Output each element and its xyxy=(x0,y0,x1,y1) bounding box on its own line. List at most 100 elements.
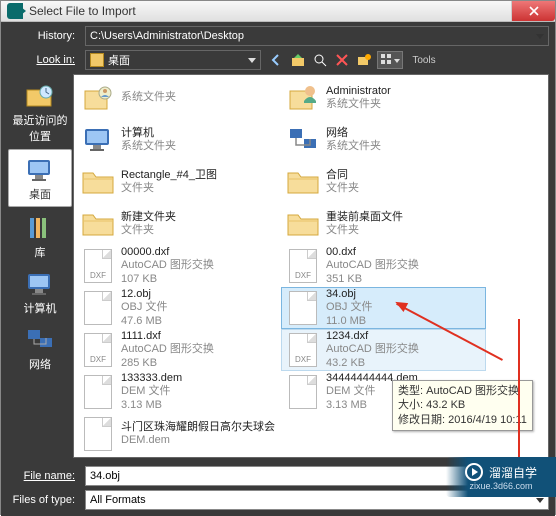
file-name: 133333.dem xyxy=(121,372,182,385)
folder-icon xyxy=(81,207,115,241)
blank-icon xyxy=(81,375,115,409)
sidebar-item-lib[interactable]: 库 xyxy=(7,208,73,264)
file-tile[interactable]: 133333.demDEM 文件3.13 MB xyxy=(76,371,281,413)
folder-icon xyxy=(81,165,115,199)
file-tile[interactable]: 新建文件夹文件夹 xyxy=(76,203,281,245)
file-size: 3.13 MB xyxy=(121,399,182,412)
computer-icon xyxy=(24,268,56,300)
file-name: 网络 xyxy=(326,127,381,140)
file-name: 重装前桌面文件 xyxy=(326,211,403,224)
network-icon xyxy=(286,123,320,157)
file-size: 43.2 KB xyxy=(326,357,419,370)
file-name: 合同 xyxy=(326,169,359,182)
tooltip: 类型: AutoCAD 图形交换 大小: 43.2 KB 修改日期: 2016/… xyxy=(392,380,533,431)
sidebar-item-label: 网络 xyxy=(29,356,51,372)
new-folder-icon[interactable] xyxy=(355,51,373,69)
sidebar-item-label: 桌面 xyxy=(29,186,51,202)
app-icon xyxy=(7,3,23,19)
file-tile[interactable]: DXF00.dxfAutoCAD 图形交换351 KB xyxy=(281,245,486,287)
recent-icon xyxy=(24,80,56,112)
folder-icon xyxy=(286,165,320,199)
delete-icon[interactable] xyxy=(333,51,351,69)
computer-icon xyxy=(81,123,115,157)
sidebar-item-recent[interactable]: 最近访问的位置 xyxy=(7,76,73,148)
file-name: 斗门区珠海耀朗假日高尔夫球会 xyxy=(121,421,275,434)
file-name: Rectangle_#4_卫图 xyxy=(121,169,217,182)
file-name: 1234.dxf xyxy=(326,330,419,343)
user-icon xyxy=(81,81,115,115)
file-type: 文件夹 xyxy=(326,224,403,237)
file-name: 计算机 xyxy=(121,127,176,140)
file-size: 285 KB xyxy=(121,357,214,370)
file-tile[interactable]: 12.objOBJ 文件47.6 MB xyxy=(76,287,281,329)
sidebar-item-label: 计算机 xyxy=(24,300,57,316)
folder-icon xyxy=(90,53,104,67)
file-tile[interactable]: DXF00000.dxfAutoCAD 图形交换107 KB xyxy=(76,245,281,287)
file-tile[interactable]: 系统文件夹 xyxy=(76,77,281,119)
network-icon xyxy=(24,324,56,356)
watermark: 溜溜自学 zixue.3d66.com xyxy=(446,457,556,497)
window-title: Select File to Import xyxy=(29,4,511,18)
file-type: 系统文件夹 xyxy=(121,91,176,104)
admin-icon xyxy=(286,81,320,115)
file-type: DEM.dem xyxy=(121,434,275,447)
file-tile[interactable]: Rectangle_#4_卫图文件夹 xyxy=(76,161,281,203)
file-type: 文件夹 xyxy=(326,182,359,195)
filetype-label: Files of type: xyxy=(7,494,79,506)
history-dropdown[interactable]: C:\Users\Administrator\Desktop xyxy=(85,26,549,46)
file-tile[interactable]: 重装前桌面文件文件夹 xyxy=(281,203,486,245)
sidebar-item-network[interactable]: 网络 xyxy=(7,320,73,376)
file-type: AutoCAD 图形交换 xyxy=(121,343,214,356)
file-type: 系统文件夹 xyxy=(326,98,391,111)
file-tile[interactable]: 斗门区珠海耀朗假日高尔夫球会DEM.dem xyxy=(76,413,281,455)
file-tile[interactable]: DXF1234.dxfAutoCAD 图形交换43.2 KB xyxy=(281,329,486,371)
titlebar: Select File to Import xyxy=(1,1,555,22)
sidebar-item-label: 库 xyxy=(35,244,46,260)
file-tile[interactable]: 计算机系统文件夹 xyxy=(76,119,281,161)
file-tile[interactable]: 34.objOBJ 文件11.0 MB xyxy=(281,287,486,329)
close-button[interactable] xyxy=(511,1,555,21)
file-type: OBJ 文件 xyxy=(121,301,167,314)
up-icon[interactable] xyxy=(289,51,307,69)
search-icon[interactable] xyxy=(311,51,329,69)
back-icon[interactable] xyxy=(267,51,285,69)
file-size: 11.0 MB xyxy=(326,315,372,328)
file-tile[interactable]: 网络系统文件夹 xyxy=(281,119,486,161)
file-tile[interactable]: DXF 1111.dxfAutoCAD 图形交换285 KB xyxy=(76,329,281,371)
file-type: DEM 文件 xyxy=(121,385,182,398)
lookin-dropdown[interactable]: 桌面 xyxy=(85,50,261,70)
file-type: AutoCAD 图形交换 xyxy=(121,259,214,272)
tools-dropdown[interactable]: Tools xyxy=(407,51,441,69)
file-name: 00000.dxf xyxy=(121,246,214,259)
file-tile[interactable]: Administrator系统文件夹 xyxy=(281,77,486,119)
file-name: 1111.dxf xyxy=(121,330,214,343)
views-dropdown[interactable] xyxy=(377,51,403,69)
history-label: History: xyxy=(7,30,79,42)
lookin-toolbar: Tools xyxy=(267,51,441,69)
sidebar-item-label: 最近访问的位置 xyxy=(9,112,71,144)
dxf-icon: DXF xyxy=(286,249,320,283)
dxf-icon: DXF xyxy=(286,333,320,367)
file-type: 系统文件夹 xyxy=(326,140,381,153)
file-type: 文件夹 xyxy=(121,224,176,237)
file-size: 351 KB xyxy=(326,273,419,286)
file-size: 107 KB xyxy=(121,273,214,286)
file-name: Administrator xyxy=(326,85,391,98)
file-type: 系统文件夹 xyxy=(121,140,176,153)
places-bar: 最近访问的位置 桌面 库 计算机 网络 xyxy=(7,74,73,458)
file-type: OBJ 文件 xyxy=(326,301,372,314)
file-list[interactable]: 系统文件夹计算机系统文件夹Rectangle_#4_卫图文件夹新建文件夹文件夹D… xyxy=(73,74,549,458)
lookin-label: Look in: xyxy=(7,54,79,66)
file-name: 00.dxf xyxy=(326,246,419,259)
play-icon xyxy=(465,463,483,481)
lookin-value: 桌面 xyxy=(108,52,130,68)
sidebar-item-computer[interactable]: 计算机 xyxy=(7,264,73,320)
dxf-icon: DXF xyxy=(81,333,115,367)
file-name: 新建文件夹 xyxy=(121,211,176,224)
blank-icon xyxy=(286,291,320,325)
file-tile[interactable]: 合同文件夹 xyxy=(281,161,486,203)
file-type: 文件夹 xyxy=(121,182,217,195)
blank-icon xyxy=(81,417,115,451)
file-name: 12.obj xyxy=(121,288,167,301)
sidebar-item-desktop[interactable]: 桌面 xyxy=(8,149,72,207)
